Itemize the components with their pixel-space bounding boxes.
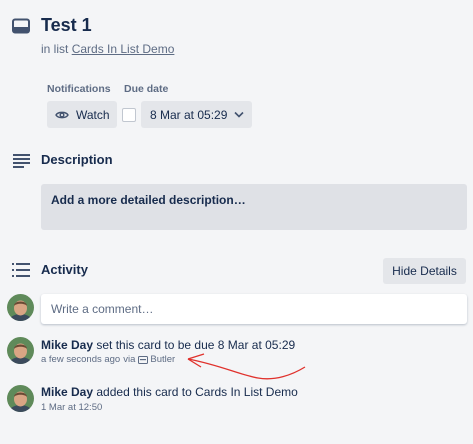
- list-icon: [12, 263, 30, 277]
- watch-button[interactable]: Watch: [47, 101, 117, 128]
- via-text: via: [123, 354, 136, 365]
- activity-entry-text: Mike Day added this card to Cards In Lis…: [41, 385, 298, 399]
- eye-icon: [55, 111, 69, 118]
- activity-author[interactable]: Mike Day: [41, 338, 93, 352]
- in-list-text: in list Cards In List Demo: [41, 42, 174, 56]
- activity-action: added this card to Cards In List Demo: [96, 385, 298, 399]
- avatar[interactable]: [7, 385, 34, 412]
- activity-timestamp[interactable]: 1 Mar at 12:50: [41, 402, 102, 413]
- text-lines-icon: [13, 154, 30, 168]
- hide-details-button[interactable]: Hide Details: [383, 258, 466, 284]
- red-arrow-annotation: [187, 353, 306, 380]
- comment-input[interactable]: [41, 294, 467, 324]
- butler-link[interactable]: Butler: [138, 354, 175, 365]
- activity-meta: 1 Mar at 12:50: [41, 402, 102, 413]
- butler-icon: [138, 355, 149, 364]
- avatar[interactable]: [7, 337, 34, 364]
- due-complete-checkbox[interactable]: [122, 108, 136, 122]
- list-name-link[interactable]: Cards In List Demo: [72, 42, 175, 56]
- butler-label: Butler: [150, 354, 176, 365]
- notifications-label: Notifications: [47, 83, 111, 95]
- due-date-label: Due date: [124, 83, 169, 95]
- card-icon: [12, 18, 30, 34]
- in-list-prefix: in list: [41, 42, 69, 56]
- description-editor[interactable]: Add a more detailed description…: [41, 184, 467, 230]
- card-title[interactable]: Test 1: [41, 15, 92, 36]
- activity-meta: a few seconds ago via Butler: [41, 354, 175, 365]
- activity-title: Activity: [41, 262, 88, 277]
- chevron-down-icon: [234, 111, 244, 118]
- description-title: Description: [41, 152, 113, 167]
- activity-timestamp[interactable]: a few seconds ago: [41, 354, 120, 365]
- due-date-button[interactable]: 8 Mar at 05:29: [141, 101, 252, 128]
- avatar[interactable]: [7, 294, 34, 321]
- due-date-value: 8 Mar at 05:29: [150, 107, 228, 122]
- watch-label: Watch: [76, 107, 110, 122]
- activity-author[interactable]: Mike Day: [41, 385, 93, 399]
